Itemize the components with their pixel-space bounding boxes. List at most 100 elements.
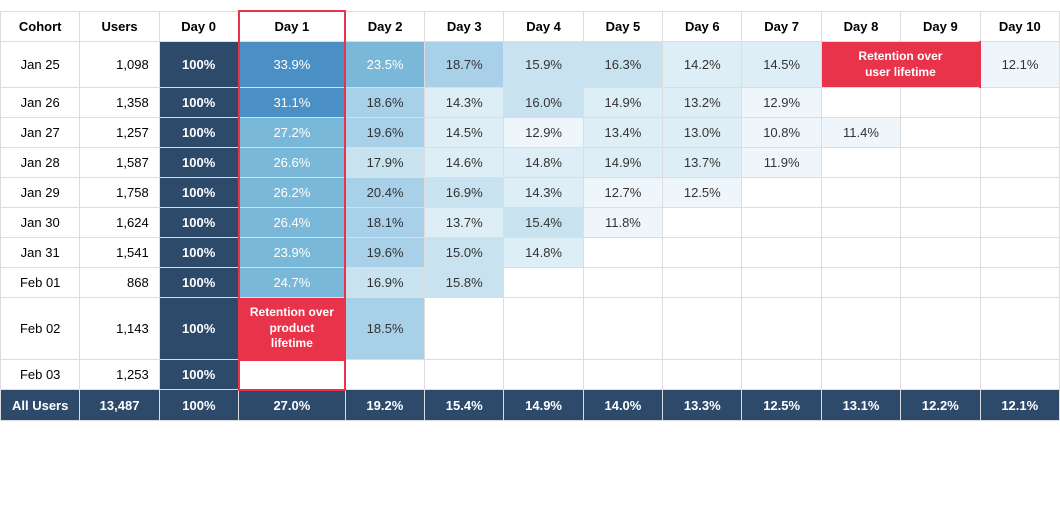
cohort-cell: Jan 31 <box>1 238 80 268</box>
day2-cell: 17.9% <box>345 148 424 178</box>
day6-cell: 13.7% <box>663 148 742 178</box>
day4-cell: 12.9% <box>504 118 583 148</box>
table-row: Jan 291,758100%26.2%20.4%16.9%14.3%12.7%… <box>1 178 1060 208</box>
cohort-cell: Jan 27 <box>1 118 80 148</box>
day3-cell: 15.8% <box>425 268 504 298</box>
table-row: Jan 311,541100%23.9%19.6%15.0%14.8% <box>1 238 1060 268</box>
retention-product-label: Retention overproductlifetime <box>244 305 341 352</box>
day5-cell <box>583 298 662 360</box>
col-day3: Day 3 <box>425 11 504 42</box>
day6-cell <box>663 208 742 238</box>
day1-cell: 26.6% <box>239 148 346 178</box>
day10-cell <box>980 118 1059 148</box>
day5-cell: 16.3% <box>583 42 662 88</box>
day5-cell: 13.4% <box>583 118 662 148</box>
day6-cell <box>663 360 742 390</box>
col-day4: Day 4 <box>504 11 583 42</box>
day10-cell: 12.1% <box>980 42 1059 88</box>
col-day2: Day 2 <box>345 11 424 42</box>
day9-cell <box>901 268 980 298</box>
col-day5: Day 5 <box>583 11 662 42</box>
day2-cell: 20.4% <box>345 178 424 208</box>
day0-cell: 100% <box>159 118 238 148</box>
cohort-cell: Feb 02 <box>1 298 80 360</box>
day0-cell: 100% <box>159 178 238 208</box>
all-users-day6: 13.3% <box>663 390 742 421</box>
col-users: Users <box>80 11 159 42</box>
day6-cell <box>663 268 742 298</box>
cohort-cell: Feb 03 <box>1 360 80 390</box>
users-cell: 1,541 <box>80 238 159 268</box>
all-users-day5: 14.0% <box>583 390 662 421</box>
day7-cell: 10.8% <box>742 118 821 148</box>
users-cell: 868 <box>80 268 159 298</box>
col-day9: Day 9 <box>901 11 980 42</box>
day4-cell: 14.8% <box>504 238 583 268</box>
table-row: Jan 281,587100%26.6%17.9%14.6%14.8%14.9%… <box>1 148 1060 178</box>
all-users-day4: 14.9% <box>504 390 583 421</box>
day10-cell <box>980 88 1059 118</box>
col-day0: Day 0 <box>159 11 238 42</box>
table-row: Jan 251,098100%33.9%23.5%18.7%15.9%16.3%… <box>1 42 1060 88</box>
day3-cell: 18.7% <box>425 42 504 88</box>
day6-cell <box>663 238 742 268</box>
day10-cell <box>980 298 1059 360</box>
table-row: Jan 261,358100%31.1%18.6%14.3%16.0%14.9%… <box>1 88 1060 118</box>
day1-cell: 26.2% <box>239 178 346 208</box>
day4-cell: 15.9% <box>504 42 583 88</box>
day8-cell <box>821 268 900 298</box>
day9-cell <box>901 118 980 148</box>
day10-cell <box>980 238 1059 268</box>
day2-cell: 16.9% <box>345 268 424 298</box>
day0-cell: 100% <box>159 208 238 238</box>
day2-cell: 23.5% <box>345 42 424 88</box>
day3-cell <box>425 298 504 360</box>
all-users-row: All Users13,487100%27.0%19.2%15.4%14.9%1… <box>1 390 1060 421</box>
day3-cell: 14.5% <box>425 118 504 148</box>
day0-cell: 100% <box>159 360 238 390</box>
table-row: Feb 031,253100% <box>1 360 1060 390</box>
day1-cell: 24.7% <box>239 268 346 298</box>
day9-cell <box>901 298 980 360</box>
all-users-cohort: All Users <box>1 390 80 421</box>
day7-cell <box>742 268 821 298</box>
day1-cell: 27.2% <box>239 118 346 148</box>
day8-cell: Retention overuser lifetime <box>821 42 980 88</box>
col-day1: Day 1 <box>239 11 346 42</box>
cohort-cell: Jan 28 <box>1 148 80 178</box>
retention-table: Cohort Users Day 0 Day 1 Day 2 Day 3 Day… <box>0 10 1060 421</box>
day4-cell <box>504 360 583 390</box>
day7-cell <box>742 298 821 360</box>
day9-cell <box>901 238 980 268</box>
cohort-cell: Jan 26 <box>1 88 80 118</box>
day4-cell: 14.8% <box>504 148 583 178</box>
day4-cell: 14.3% <box>504 178 583 208</box>
day3-cell <box>425 360 504 390</box>
day8-cell <box>821 178 900 208</box>
day0-cell: 100% <box>159 42 238 88</box>
all-users-count: 13,487 <box>80 390 159 421</box>
day9-cell <box>901 88 980 118</box>
day7-cell <box>742 360 821 390</box>
day4-cell: 15.4% <box>504 208 583 238</box>
cohort-cell: Jan 25 <box>1 42 80 88</box>
day7-cell: 14.5% <box>742 42 821 88</box>
day8-cell: 11.4% <box>821 118 900 148</box>
day5-cell: 14.9% <box>583 88 662 118</box>
day10-cell <box>980 148 1059 178</box>
cohort-cell: Jan 30 <box>1 208 80 238</box>
day1-cell: 31.1% <box>239 88 346 118</box>
day0-cell: 100% <box>159 148 238 178</box>
day9-cell <box>901 360 980 390</box>
day2-cell: 18.6% <box>345 88 424 118</box>
day2-cell: 19.6% <box>345 118 424 148</box>
all-users-day1: 27.0% <box>239 390 346 421</box>
retention-user-label: Retention overuser lifetime <box>826 49 975 80</box>
users-cell: 1,143 <box>80 298 159 360</box>
day10-cell <box>980 178 1059 208</box>
day0-cell: 100% <box>159 298 238 360</box>
day6-cell: 12.5% <box>663 178 742 208</box>
day7-cell <box>742 178 821 208</box>
users-cell: 1,257 <box>80 118 159 148</box>
day0-cell: 100% <box>159 238 238 268</box>
